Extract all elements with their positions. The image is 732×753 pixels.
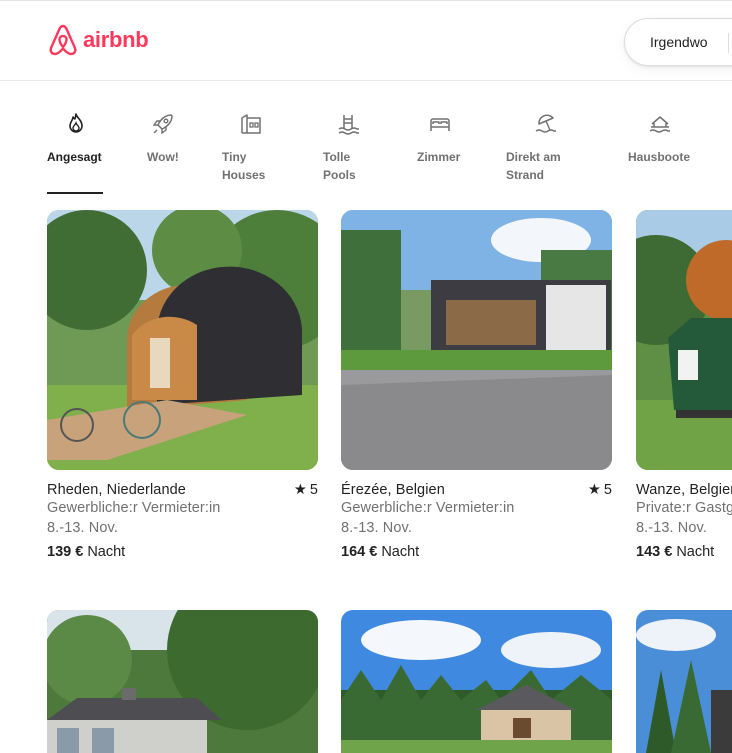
listing-price: 143 € Nacht <box>636 544 732 560</box>
category-label: Zimmer <box>417 150 461 164</box>
category-label-line-2: Pools <box>323 168 356 182</box>
flame-icon <box>69 113 83 133</box>
listing-price-unit: Nacht <box>381 544 420 560</box>
listing-photo[interactable] <box>47 210 318 470</box>
airbnb-logo-icon <box>49 24 77 56</box>
category-label-line-1: Direkt am <box>506 150 561 164</box>
airbnb-logo[interactable]: airbnb <box>47 23 149 57</box>
listing-host-type: Gewerbliche:r Vermieter:in <box>47 500 221 516</box>
category-label-line-2: Houses <box>222 168 266 182</box>
listing-host-type: Gewerbliche:r Vermieter:in <box>341 500 515 516</box>
category-beach[interactable]: Direkt am Strand <box>506 112 561 184</box>
category-tiny-houses[interactable]: Tiny Houses <box>222 112 265 184</box>
star-icon: ★ <box>587 482 601 498</box>
listing-rating: ★ 5 <box>294 482 318 498</box>
listing-card[interactable] <box>341 610 612 753</box>
listing-price: 139 € Nacht <box>47 544 318 560</box>
bed-icon <box>430 118 450 131</box>
category-rooms[interactable]: Zimmer <box>417 112 460 166</box>
listing-photo[interactable] <box>341 610 612 753</box>
top-header: airbnb Irgendwo <box>0 0 732 81</box>
category-label: Wow! <box>147 150 179 164</box>
search-divider <box>728 33 729 53</box>
listing-photo-image <box>47 610 318 753</box>
listing-dates: 8.-13. Nov. <box>636 520 707 536</box>
listing-card[interactable]: Rheden, Niederlande ★ 5 Gewerbliche:r Ve… <box>47 210 318 560</box>
category-label-line-2: Strand <box>506 168 545 182</box>
category-trending[interactable]: Angesagt <box>47 112 102 166</box>
listing-photo-image <box>636 610 732 753</box>
listing-photo[interactable] <box>636 210 732 470</box>
rocket-icon <box>152 114 173 135</box>
logo-text: airbnb <box>83 27 149 52</box>
listing-title: Rheden, Niederlande <box>47 482 186 498</box>
listing-photo-image <box>341 610 612 753</box>
star-icon: ★ <box>293 482 307 498</box>
category-label: Angesagt <box>47 150 102 164</box>
search-location-text: Irgendwo <box>650 34 708 50</box>
listing-photo-image <box>47 210 318 470</box>
listing-price: 164 € Nacht <box>341 544 612 560</box>
listing-card[interactable]: Wanze, Belgien Private:r Gastgeber:in 8.… <box>636 210 732 560</box>
category-label-line-1: Tiny <box>222 150 247 164</box>
listing-price-unit: Nacht <box>676 544 715 560</box>
listing-price-amount: 164 € <box>341 544 378 560</box>
houseboat-icon <box>649 116 670 133</box>
category-pools[interactable]: Tolle Pools <box>323 112 361 184</box>
listing-title: Érezée, Belgien <box>341 482 445 498</box>
category-wow[interactable]: Wow! <box>147 112 179 166</box>
search-location-button[interactable]: Irgendwo <box>624 18 732 66</box>
tiny-house-icon <box>241 114 261 134</box>
listing-price-amount: 143 € <box>636 544 673 560</box>
listing-photo[interactable] <box>47 610 318 753</box>
listing-dates: 8.-13. Nov. <box>341 520 412 536</box>
category-label: Hausboote <box>628 150 691 164</box>
listing-price-amount: 139 € <box>47 544 84 560</box>
listing-photo[interactable] <box>636 610 732 753</box>
listing-dates: 8.-13. Nov. <box>47 520 118 536</box>
category-bar: Angesagt Wow! Tiny Houses Tolle Pools Zi… <box>0 82 732 196</box>
listing-title: Wanze, Belgien <box>636 482 732 498</box>
listing-card[interactable]: Érezée, Belgien ★ 5 Gewerbliche:r Vermie… <box>341 210 612 560</box>
listing-card[interactable] <box>636 610 732 753</box>
listing-rating: ★ 5 <box>588 482 612 498</box>
pool-icon <box>338 115 359 135</box>
listing-rating-value: 5 <box>309 482 318 498</box>
category-label-line-1: Tolle <box>323 150 351 164</box>
beach-umbrella-icon <box>535 114 556 133</box>
listing-card[interactable] <box>47 610 318 753</box>
listing-rating-value: 5 <box>603 482 612 498</box>
active-category-indicator <box>47 192 103 194</box>
listing-photo[interactable] <box>341 210 612 470</box>
listing-price-unit: Nacht <box>87 544 126 560</box>
category-houseboats[interactable]: Hausboote <box>628 112 690 166</box>
listing-host-type: Private:r Gastgeber:in <box>636 500 732 516</box>
listing-photo-image <box>341 210 612 470</box>
listing-photo-image <box>636 210 732 470</box>
